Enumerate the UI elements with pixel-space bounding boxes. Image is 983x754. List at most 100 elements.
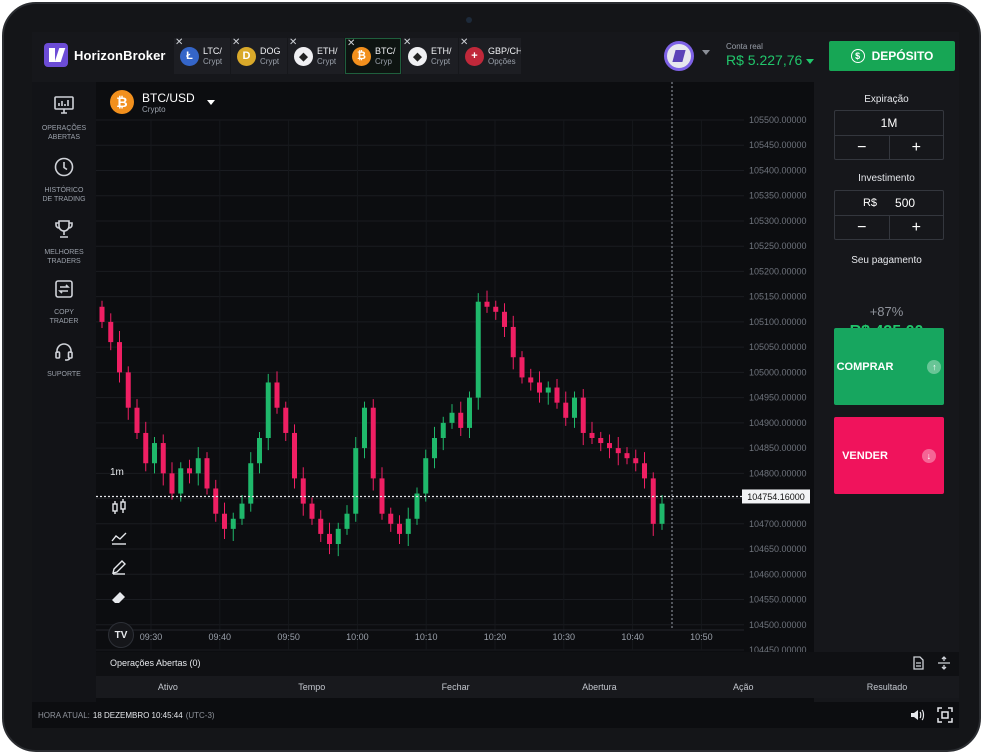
y-tick-label: 105150.00000 (749, 292, 807, 302)
close-icon[interactable]: ✕ (403, 38, 411, 48)
x-tick-label: 10:40 (621, 632, 644, 642)
asset-chevron-down-icon (206, 99, 215, 105)
investment-minus-button[interactable]: − (835, 216, 890, 240)
sidebar-item-suporte[interactable]: SUPORTE (32, 340, 96, 379)
timeframe-selector[interactable]: 1m (110, 467, 124, 478)
current-time: HORA ATUAL: 18 DEZEMBRO 10:45:44 (UTC-3) (38, 711, 215, 720)
sidebar-item-melhores-traders[interactable]: MELHORES TRADERS (32, 218, 96, 266)
tab-symbol: LTC/ (203, 45, 222, 56)
split-view-icon[interactable] (937, 656, 951, 670)
current-time-value: 18 DEZEMBRO 10:45:44 (92, 711, 183, 720)
asset-tab[interactable]: ✕ ◆ ETH/Crypt (288, 38, 344, 74)
payout-label: Seu pagamento (851, 255, 922, 266)
candle-body (624, 453, 630, 459)
account-selector[interactable]: Conta real R$ 5.227,76 (726, 42, 815, 68)
buy-button[interactable]: COMPRAR ↑ (834, 328, 944, 405)
investment-input[interactable]: R$ 500 (835, 191, 943, 216)
y-tick-label: 105200.00000 (749, 266, 807, 276)
user-avatar[interactable] (664, 41, 694, 71)
close-icon[interactable]: ✕ (460, 38, 468, 48)
asset-tab[interactable]: ✕ ◆ ETH/Crypt (402, 38, 458, 74)
document-icon[interactable] (911, 656, 925, 670)
doge-coin-icon: D (237, 46, 256, 66)
buy-label: COMPRAR (836, 360, 894, 373)
fullscreen-icon[interactable] (937, 707, 953, 723)
candle-body (117, 342, 122, 373)
candle-body (370, 407, 376, 479)
clock-icon (54, 157, 74, 177)
candle-body (414, 493, 420, 519)
candle-body (607, 443, 612, 449)
sidebar-item-historico-de-trading[interactable]: HISTÓRICO DE TRADING (32, 156, 96, 204)
x-tick-label: 10:00 (346, 632, 369, 642)
candle-body (642, 463, 647, 479)
y-tick-label: 105000.00000 (749, 367, 807, 377)
x-tick-label: 10:10 (415, 632, 438, 642)
x-tick-label: 09:30 (140, 632, 163, 642)
orders-column-header: Ativo (157, 682, 178, 692)
candle-body (327, 533, 332, 544)
candle-body (160, 443, 166, 474)
monitor-icon (54, 96, 74, 114)
tab-type: Crypt (317, 56, 337, 66)
asset-selector[interactable]: ₿ BTC/USD Crypto (110, 90, 215, 114)
current-price-label: 104754.16000 (747, 492, 805, 502)
y-tick-label: 104800.00000 (749, 468, 807, 478)
open-orders-tab[interactable]: Operações Abertas (0) (110, 658, 201, 668)
avatar-chevron-down-icon[interactable] (702, 50, 710, 55)
volume-icon[interactable] (909, 707, 925, 723)
asset-tab[interactable]: ✕ ₿ BTC/Cryp (345, 38, 401, 74)
candle-body (510, 326, 516, 358)
sidebar-item-copy-trader[interactable]: COPY TRADER (32, 278, 96, 326)
candle-body (598, 438, 604, 444)
expiry-value[interactable]: 1M (835, 111, 943, 136)
y-tick-label: 104450.00000 (749, 645, 807, 652)
candle-body (344, 513, 350, 529)
candle-body (537, 382, 542, 393)
asset-tab[interactable]: ✕ D DOG Crypt (231, 38, 287, 74)
deposit-button[interactable]: $ DEPÓSITO (829, 41, 955, 71)
candle-body (388, 513, 394, 524)
candle-body (152, 443, 157, 464)
chart-area[interactable]: 105500.00000 105450.00000 105400.00000 1053… (96, 82, 814, 652)
asset-tab[interactable]: ✕+ GBP/CHFOpções (459, 38, 521, 74)
candlestick-icon[interactable] (110, 498, 128, 516)
line-chart-icon[interactable] (110, 528, 128, 546)
candle-body (222, 513, 227, 529)
close-icon[interactable]: ✕ (289, 38, 297, 48)
arrow-up-icon: ↑ (927, 359, 942, 374)
candle-body (143, 432, 149, 464)
candle-body (493, 306, 499, 312)
investment-plus-button[interactable]: + (890, 216, 944, 240)
payout-percent: +87% (869, 304, 904, 319)
left-sidebar: OPERAÇÕES ABERTAS HISTÓRICO DE TRADING M… (32, 82, 96, 702)
x-tick-label: 09:40 (209, 632, 232, 642)
brand-logo[interactable]: HorizonBroker (44, 42, 166, 68)
candle-body (213, 488, 219, 514)
close-icon[interactable]: ✕ (232, 38, 240, 48)
investment-control: R$ 500 − + (834, 190, 944, 240)
candle-body (519, 357, 525, 378)
expiry-plus-button[interactable]: + (890, 136, 944, 160)
close-icon[interactable]: ✕ (347, 39, 355, 49)
sell-button[interactable]: VENDER ↓ (834, 417, 944, 494)
trade-panel: Expiração 1M − + Investimento R$ 500 − + (814, 82, 959, 702)
account-balance: R$ 5.227,76 (726, 52, 815, 68)
brand-name: HorizonBroker (74, 47, 166, 63)
sidebar-label: MELHORES TRADERS (44, 249, 84, 265)
sidebar-item-operacoes-abertas[interactable]: OPERAÇÕES ABERTAS (32, 94, 96, 142)
expiry-minus-button[interactable]: − (835, 136, 890, 160)
asset-tab[interactable]: ✕ Ł LTC/Crypt (174, 38, 230, 74)
candle-body (187, 468, 192, 474)
tradingview-logo-icon[interactable]: TV (108, 622, 134, 648)
candle-body (572, 397, 577, 418)
candle-body (502, 311, 507, 327)
close-icon[interactable]: ✕ (175, 38, 183, 48)
price-chart[interactable]: 105500.00000 105450.00000 105400.00000 1053… (96, 82, 814, 652)
trophy-icon (55, 220, 73, 238)
btc-coin-icon: ₿ (352, 46, 371, 66)
eraser-icon[interactable] (110, 589, 128, 607)
pencil-icon[interactable] (110, 558, 128, 576)
expiry-label: Expiração (864, 94, 909, 105)
y-tick-label: 105350.00000 (749, 191, 807, 201)
